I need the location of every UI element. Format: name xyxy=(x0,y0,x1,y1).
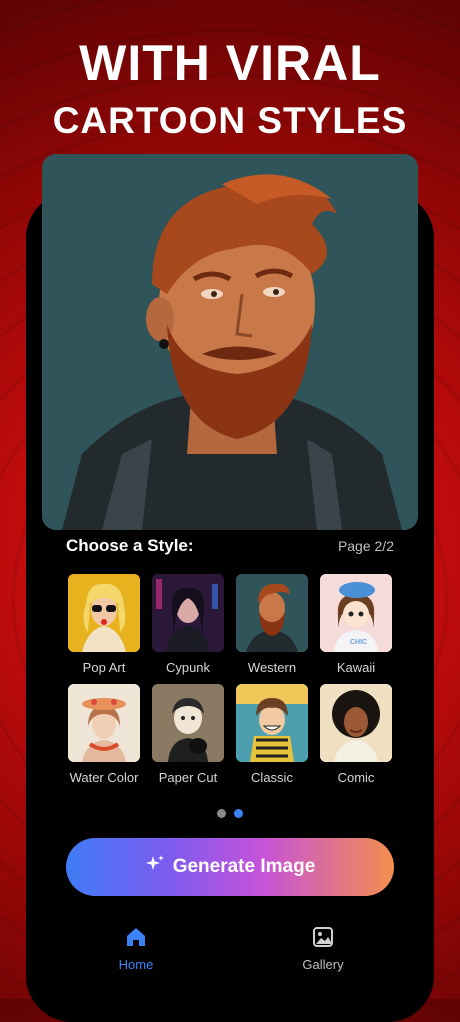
style-tile-classic[interactable] xyxy=(236,684,308,762)
pagination-dot-1[interactable] xyxy=(217,809,226,818)
pagination-dot-2[interactable] xyxy=(234,809,243,818)
generate-image-button[interactable]: Generate Image xyxy=(66,838,394,896)
choose-style-title: Choose a Style: xyxy=(66,536,194,555)
style-label-paper-cut: Paper Cut xyxy=(158,770,218,785)
style-tile-comic[interactable] xyxy=(320,684,392,762)
generate-image-label: Generate Image xyxy=(172,856,316,877)
page-indicator: Page 2/2 xyxy=(337,538,394,554)
style-tile-kawaii[interactable]: CHIC xyxy=(320,574,392,652)
home-icon xyxy=(106,926,166,951)
headline-line-1: WITH VIRAL xyxy=(79,35,381,91)
style-label-western: Western xyxy=(247,660,297,675)
nav-gallery[interactable]: Gallery xyxy=(288,926,358,972)
sparkle-icon xyxy=(145,854,173,880)
nav-gallery-label: Gallery xyxy=(302,957,344,972)
style-label-water-color: Water Color xyxy=(69,770,139,785)
style-tile-western[interactable] xyxy=(236,574,308,652)
style-tile-paper-cut[interactable] xyxy=(152,684,224,762)
style-tile-cypunk[interactable] xyxy=(152,574,224,652)
nav-home-label: Home xyxy=(118,957,154,972)
kawaii-shirt-text: CHIC xyxy=(350,639,367,646)
style-label-kawaii: Kawaii xyxy=(336,660,376,675)
style-label-classic: Classic xyxy=(251,770,293,785)
nav-home[interactable]: Home xyxy=(106,926,166,972)
style-label-cypunk: Cypunk xyxy=(165,660,211,675)
image-icon xyxy=(288,926,358,951)
hero-portrait-image xyxy=(42,154,418,530)
headline-line-2: CARTOON STYLES xyxy=(52,100,408,141)
style-label-comic: Comic xyxy=(337,770,375,785)
style-tile-pop-art[interactable] xyxy=(68,574,140,652)
style-label-pop-art: Pop Art xyxy=(82,660,126,675)
style-tile-water-color[interactable] xyxy=(68,684,140,762)
